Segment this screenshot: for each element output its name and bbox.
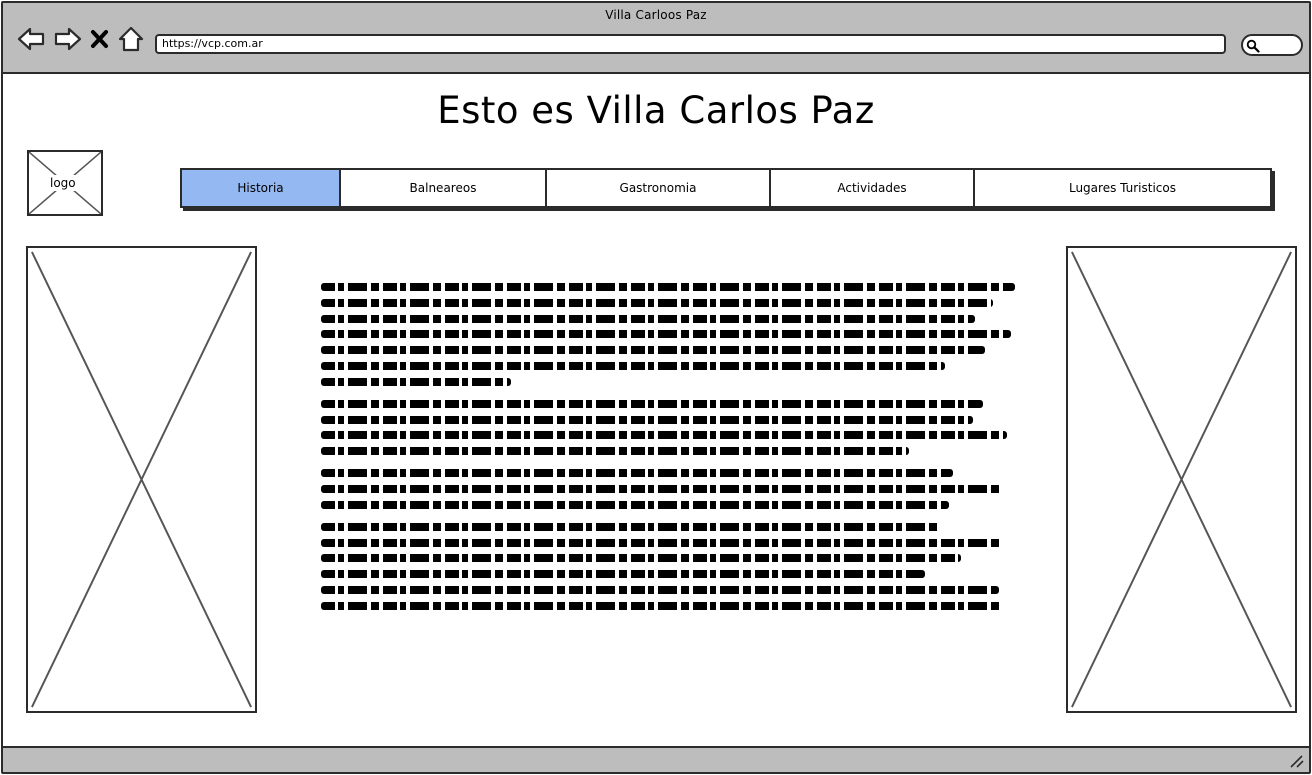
tab-actividades[interactable]: Actividades xyxy=(771,170,975,206)
window-title: Villa Carloos Paz xyxy=(605,8,707,22)
page-title: Esto es Villa Carlos Paz xyxy=(437,89,875,132)
left-image-placeholder xyxy=(26,246,257,713)
tab-label: Gastronomia xyxy=(619,181,697,195)
paragraph xyxy=(321,522,1021,610)
paragraph xyxy=(321,399,1021,456)
tab-label: Lugares Turisticos xyxy=(1068,181,1177,195)
search-icon xyxy=(1246,39,1260,53)
search-box[interactable] xyxy=(1241,34,1303,56)
home-icon[interactable] xyxy=(117,25,145,53)
tab-label: Balneareos xyxy=(409,181,477,195)
tab-label: Historia xyxy=(237,181,284,195)
tab-label: Actividades xyxy=(837,181,907,195)
paragraph xyxy=(321,283,1021,386)
tab-gastronomia[interactable]: Gastronomia xyxy=(547,170,771,206)
content-text xyxy=(321,283,1021,624)
logo-label: logo xyxy=(47,175,79,191)
back-arrow-icon[interactable] xyxy=(16,25,46,53)
forward-arrow-icon[interactable] xyxy=(53,25,83,53)
url-bar[interactable]: https://vcp.com.ar xyxy=(155,34,1226,54)
logo[interactable]: logo xyxy=(27,150,103,216)
title-bar: Villa Carloos Paz https://vcp.com.ar xyxy=(3,3,1309,74)
paragraph xyxy=(321,469,1021,509)
resize-grip-icon[interactable] xyxy=(1289,754,1305,768)
status-bar xyxy=(3,746,1309,772)
tab-lugares-turisticos[interactable]: Lugares Turisticos xyxy=(975,170,1270,206)
tab-historia[interactable]: Historia xyxy=(182,170,341,206)
tab-bar: Historia Balneareos Gastronomia Activida… xyxy=(180,168,1272,208)
browser-window: Villa Carloos Paz https://vcp.com.ar Est… xyxy=(1,1,1311,774)
right-image-placeholder xyxy=(1066,246,1297,713)
close-x-icon[interactable] xyxy=(89,25,111,53)
tab-balneareos[interactable]: Balneareos xyxy=(341,170,547,206)
